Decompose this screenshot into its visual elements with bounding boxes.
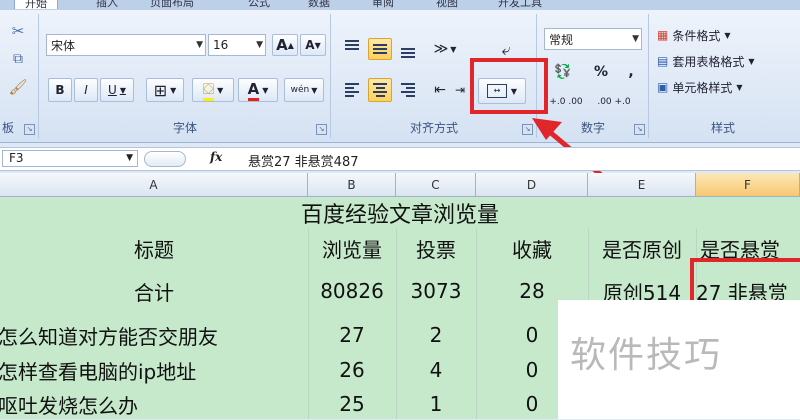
watermark-overlay: 软件技巧 bbox=[558, 300, 800, 419]
column-header-d[interactable]: D bbox=[476, 173, 588, 197]
chevron-down-icon: ▼ bbox=[126, 153, 133, 163]
column-header-e[interactable]: E bbox=[588, 173, 696, 197]
column-header-a[interactable]: A bbox=[0, 173, 308, 197]
total-cell-label[interactable]: 合计 bbox=[0, 271, 308, 311]
sheet-title[interactable]: 百度经验文章浏览量 bbox=[0, 197, 800, 229]
row-2-title[interactable]: 怎样查看电脑的ip地址 bbox=[0, 354, 306, 386]
row-1-views[interactable]: 27 bbox=[308, 319, 396, 351]
watermark-text: 软件技巧 bbox=[570, 335, 723, 376]
header-cell-favorites[interactable]: 收藏 bbox=[476, 229, 588, 267]
row-2-votes[interactable]: 4 bbox=[396, 354, 476, 386]
row-1-title[interactable]: 怎么知道对方能否交朋友 bbox=[0, 319, 306, 351]
header-cell-title[interactable]: 标题 bbox=[0, 229, 308, 267]
column-header-f[interactable]: F bbox=[696, 173, 800, 197]
row-2-views[interactable]: 26 bbox=[308, 354, 396, 386]
row-3-votes[interactable]: 1 bbox=[396, 388, 476, 420]
row-1-votes[interactable]: 2 bbox=[396, 319, 476, 351]
formula-input[interactable]: 悬赏27 非悬赏487 bbox=[248, 151, 359, 170]
formula-divider-handle[interactable] bbox=[144, 151, 186, 167]
row-3-title[interactable]: 呕吐发烧怎么办 bbox=[0, 388, 306, 420]
total-cell-votes[interactable]: 3073 bbox=[396, 271, 476, 311]
column-header-b[interactable]: B bbox=[308, 173, 396, 197]
header-cell-original[interactable]: 是否原创 bbox=[588, 229, 696, 267]
total-cell-views[interactable]: 80826 bbox=[308, 271, 396, 311]
header-cell-votes[interactable]: 投票 bbox=[396, 229, 476, 267]
fx-icon[interactable]: fx bbox=[210, 150, 222, 164]
header-cell-views[interactable]: 浏览量 bbox=[308, 229, 396, 267]
row-3-views[interactable]: 25 bbox=[308, 388, 396, 420]
name-box-value: F3 bbox=[9, 151, 24, 165]
formula-bar: F3 ▼ fx 悬赏27 非悬赏487 bbox=[0, 147, 800, 171]
column-header-c[interactable]: C bbox=[396, 173, 476, 197]
name-box[interactable]: F3 ▼ bbox=[2, 150, 138, 167]
